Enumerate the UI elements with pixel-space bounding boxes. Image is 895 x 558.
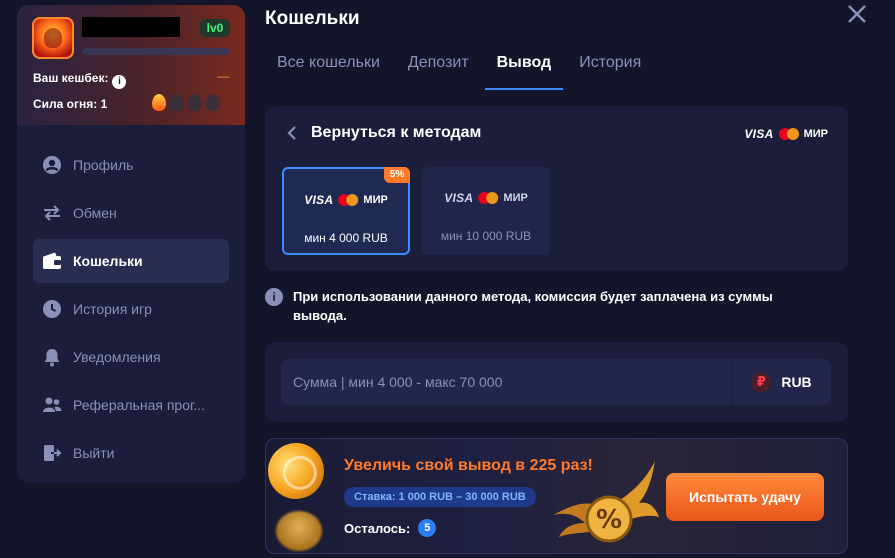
stake-range-badge: Ставка: 1 000 RUB – 30 000 RUB [344, 487, 536, 507]
sidebar-item-label: Обмен [73, 205, 117, 221]
logout-icon [41, 442, 63, 464]
sidebar-item-label: Выйти [73, 445, 115, 461]
sidebar: lv0 Ваш кешбек:i — Сила огня: 1 Профиль [17, 5, 245, 483]
ruble-icon: ₽ [751, 372, 772, 392]
mir-logo: МИР [363, 194, 388, 206]
exchange-icon [41, 202, 63, 224]
withdraw-method-card: Вернуться к методам VISA МИР 5% VISA МИР… [265, 106, 848, 271]
wallet-icon [41, 250, 63, 272]
sidebar-item-exchange[interactable]: Обмен [33, 191, 229, 235]
xp-progress-bar [82, 48, 230, 55]
mir-logo: МИР [803, 128, 828, 140]
chevron-left-icon [287, 126, 296, 140]
sidebar-item-label: Реферальная прог... [73, 397, 206, 413]
remaining-count-badge: 5 [418, 519, 437, 537]
flame-icon [170, 94, 184, 111]
info-icon: i [265, 288, 283, 306]
flame-icon [152, 94, 166, 111]
back-to-methods-label: Вернуться к методам [311, 124, 482, 141]
cashback-value: — [217, 69, 229, 83]
amount-card: ₽ RUB [265, 342, 848, 422]
sidebar-item-wallets[interactable]: Кошельки [33, 239, 229, 283]
mastercard-icon [478, 192, 499, 204]
commission-notice: i При использовании данного метода, коми… [265, 287, 845, 325]
sidebar-item-referral[interactable]: Реферальная прог... [33, 383, 229, 427]
mastercard-icon [338, 194, 359, 206]
sidebar-menu: Профиль Обмен Кошельки История игр Уведо… [33, 143, 229, 479]
method-min-amount: мин 10 000 RUB [440, 229, 532, 243]
cashback-label-text: Ваш кешбек: [33, 71, 109, 85]
profile-card: lv0 Ваш кешбек: i — Сила огня: 1 [17, 5, 245, 125]
currency-selector[interactable]: ₽ RUB [731, 359, 831, 405]
visa-logo: VISA [304, 193, 334, 207]
user-icon [41, 154, 63, 176]
gold-coin-icon [266, 439, 332, 507]
info-icon[interactable]: i [112, 75, 127, 89]
sidebar-item-profile[interactable]: Профиль [33, 143, 229, 187]
sidebar-item-label: Кошельки [73, 253, 143, 269]
level-badge: lv0 [200, 19, 230, 37]
commission-notice-text: При использовании данного метода, комисс… [293, 289, 773, 323]
history-icon [41, 298, 63, 320]
sidebar-item-label: Уведомления [73, 349, 161, 365]
page-title: Кошельки [265, 8, 360, 29]
visa-logo: VISA [444, 191, 474, 205]
wallet-tabs: Все кошельки Депозит Вывод История [265, 44, 657, 90]
close-icon [848, 5, 866, 23]
redacted-username [82, 17, 180, 37]
close-button[interactable] [845, 2, 869, 26]
sidebar-item-label: Профиль [73, 157, 134, 173]
currency-label: RUB [781, 374, 812, 390]
avatar[interactable] [32, 17, 74, 59]
tab-all-wallets[interactable]: Все кошельки [265, 44, 392, 90]
fire-power-flames [152, 94, 220, 111]
winged-percent-icon: % [553, 461, 659, 543]
remaining-label: Осталось: [344, 520, 411, 536]
payment-logos: VISA МИР [304, 193, 388, 207]
method-option[interactable]: VISA МИР мин 10 000 RUB [422, 167, 550, 255]
sidebar-item-notifications[interactable]: Уведомления [33, 335, 229, 379]
page: lv0 Ваш кешбек:i — Сила огня: 1 Профиль [0, 0, 895, 558]
mastercard-icon [778, 128, 799, 140]
promo-banner: Увеличь свой вывод в 225 раз! Ставка: 1 … [265, 438, 848, 554]
payment-logos: VISA МИР [444, 191, 528, 205]
amount-input[interactable] [281, 359, 731, 405]
flame-icon [188, 94, 202, 111]
remaining-attempts: Осталось: 5 [344, 519, 437, 537]
visa-logo: VISA [744, 127, 774, 141]
sidebar-item-label: История игр [73, 301, 152, 317]
gold-coin-icon [276, 511, 322, 551]
flame-icon [206, 94, 220, 111]
method-option[interactable]: 5% VISA МИР мин 4 000 RUB [282, 167, 410, 255]
bell-icon [41, 346, 63, 368]
tab-withdraw[interactable]: Вывод [484, 44, 564, 90]
mir-logo: МИР [503, 192, 528, 204]
method-min-amount: мин 4 000 RUB [304, 231, 388, 245]
fire-power-label: Сила огня: 1 [33, 97, 108, 111]
tab-deposit[interactable]: Депозит [396, 44, 481, 90]
tab-history[interactable]: История [567, 44, 653, 90]
commission-badge: 5% [384, 167, 410, 183]
try-luck-button[interactable]: Испытать удачу [666, 473, 824, 521]
promo-badge-symbol: % [596, 505, 622, 535]
sidebar-item-logout[interactable]: Выйти [33, 431, 229, 475]
sidebar-item-game-history[interactable]: История игр [33, 287, 229, 331]
back-to-methods-button[interactable]: Вернуться к методам [285, 124, 481, 142]
users-icon [41, 394, 63, 416]
cashback-label: Ваш кешбек: i [33, 71, 127, 89]
payment-logos: VISA МИР [744, 127, 828, 141]
